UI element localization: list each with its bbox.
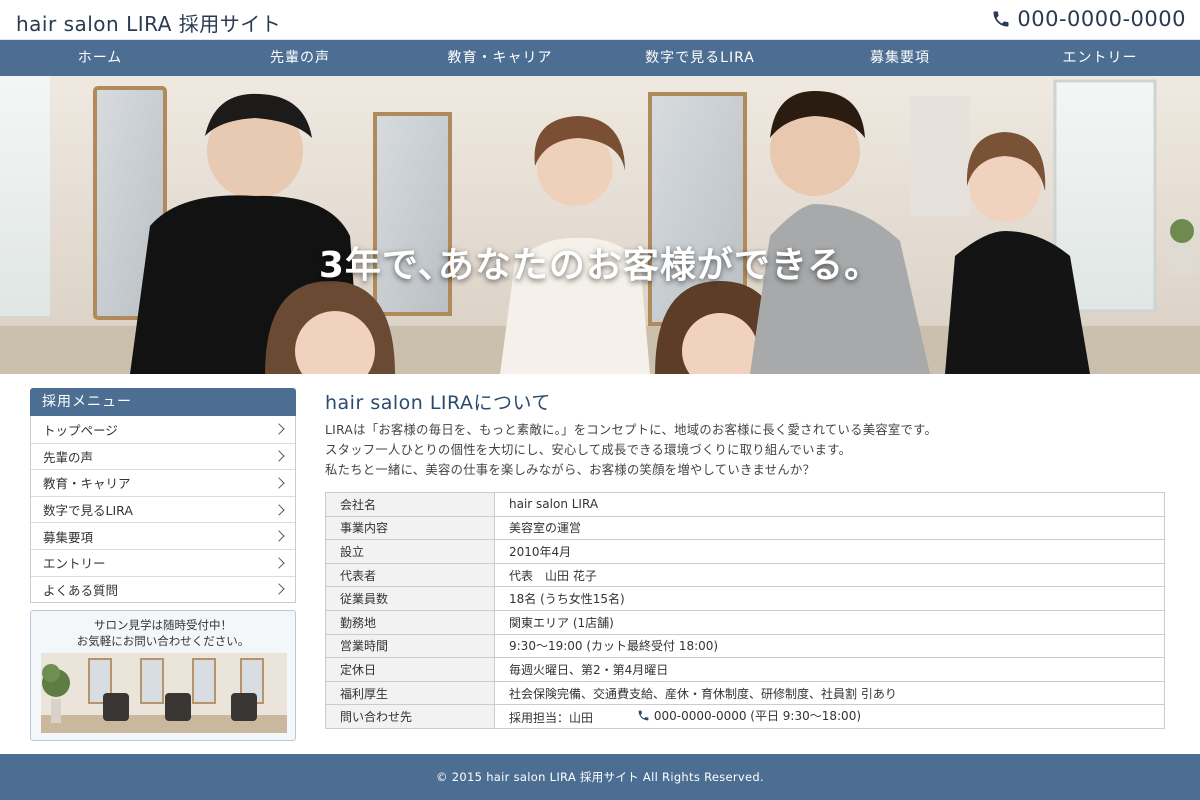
table-value: 代表 山田 花子 (494, 562, 1165, 588)
table-key: 問い合わせ先 (325, 704, 495, 729)
table-row: 営業時間 9:30〜19:00 (カット最終受付 18:00) (325, 633, 1165, 659)
chevron-right-icon (273, 450, 285, 463)
header-phone-number: 000-0000-0000 (1017, 7, 1186, 31)
table-key: 勤務地 (325, 609, 495, 635)
table-value: 9:30〜19:00 (カット最終受付 18:00) (494, 633, 1165, 659)
nav-item-recruitment[interactable]: 募集要項 (800, 40, 1000, 76)
sidebar-menu-title: 採用メニュー (30, 388, 296, 416)
table-row: 勤務地 関東エリア (1店舗) (325, 609, 1165, 635)
nav-item-education[interactable]: 教育・キャリア (400, 40, 600, 76)
table-value: 18名 (うち女性15名) (494, 586, 1165, 611)
contact-value: 採用担当：山田 000-0000-0000 (平日 9:30〜18:00) (494, 704, 1165, 729)
sidebar-menu-list: トップページ 先輩の声 教育・キャリア 数字で見るLIRA 募集要項 エントリー… (30, 416, 296, 604)
sidebar-item-faq[interactable]: よくある質問 (31, 575, 295, 603)
sidebar-item-numbers[interactable]: 数字で見るLIRA (31, 495, 295, 523)
visit-line-2: お気軽にお問い合わせください。 (76, 634, 250, 648)
chevron-right-icon (273, 423, 285, 435)
sidebar-menu: 採用メニュー トップページ 先輩の声 教育・キャリア 数字で見るLIRA 募集要… (30, 388, 296, 604)
table-row: 事業内容 美容室の運営 (325, 515, 1165, 541)
sidebar-item-label: エントリー (43, 556, 106, 572)
table-row: 従業員数 18名 (うち女性15名) (325, 586, 1165, 611)
table-key: 設立 (325, 539, 495, 564)
visit-line-1: サロン見学は随時受付中！ (94, 618, 232, 632)
table-value: hair salon LIRA (494, 492, 1165, 517)
site-footer: © 2015 hair salon LIRA 採用サイト All Rights … (0, 754, 1200, 800)
sidebar-item-entry[interactable]: エントリー (31, 548, 295, 576)
table-value: 美容室の運営 (494, 515, 1165, 541)
table-value: 関東エリア (1店舗) (494, 609, 1165, 635)
nav-item-numbers[interactable]: 数字で見るLIRA (600, 40, 800, 76)
table-key: 従業員数 (325, 586, 495, 611)
footer-copyright: © 2015 hair salon LIRA 採用サイト All Rights … (436, 770, 764, 784)
sidebar-item-top[interactable]: トップページ (31, 416, 295, 443)
about-section: hair salon LIRAについて LIRAは「お客様の毎日を、もっと素敵に… (325, 388, 1165, 480)
table-value: 2010年4月 (494, 539, 1165, 564)
contact-person: 採用担当：山田 (509, 711, 594, 726)
sidebar-item-recruitment[interactable]: 募集要項 (31, 522, 295, 549)
intro-line-1: LIRAは「お客様の毎日を、もっと素敵に。」をコンセプトに、地域のお客様に長く愛… (325, 423, 938, 437)
sidebar-item-label: 先輩の声 (43, 449, 94, 465)
table-key: 定休日 (325, 657, 495, 682)
main-nav: ホーム 先輩の声 教育・キャリア 数字で見るLIRA 募集要項 エントリー (0, 40, 1200, 76)
intro-line-2: スタッフ一人ひとりの個性を大切にし、安心して成長できる環境づくりに取り組んでいま… (325, 443, 852, 457)
about-title: hair salon LIRAについて (325, 392, 551, 414)
contact-phone[interactable]: 000-0000-0000 (平日 9:30〜18:00) (637, 707, 861, 724)
about-intro: LIRAは「お客様の毎日を、もっと素敵に。」をコンセプトに、地域のお客様に長く愛… (325, 420, 1165, 480)
contact-phone-number: 000-0000-0000 (平日 9:30〜18:00) (653, 709, 862, 724)
company-info-table: 会社名 hair salon LIRA 事業内容 美容室の運営 設立 2010年4月 … (325, 492, 1165, 729)
chevron-right-icon (273, 557, 285, 569)
table-row: 問い合わせ先 採用担当：山田 000-0000-0000 (平日 9:30〜18… (325, 704, 1165, 729)
header-phone[interactable]: 000-0000-0000 (991, 7, 1186, 31)
hero-caption: 3年で､あなたのお客様ができる。 (318, 245, 882, 286)
sidebar-item-label: よくある質問 (43, 582, 119, 598)
table-key: 営業時間 (325, 633, 495, 659)
sidebar-item-education[interactable]: 教育・キャリア (31, 469, 295, 496)
sidebar-item-label: トップページ (43, 422, 118, 438)
hero-banner: 3年で､あなたのお客様ができる。 (0, 76, 1200, 374)
table-key: 代表者 (325, 562, 495, 588)
nav-item-home[interactable]: ホーム (0, 40, 200, 76)
sidebar-item-voices[interactable]: 先輩の声 (31, 442, 295, 470)
chevron-right-icon (273, 503, 285, 516)
sidebar-item-label: 数字で見るLIRA (43, 503, 133, 519)
site-header: hair salon LIRA 採用サイト 000-0000-0000 (0, 0, 1200, 40)
table-row: 福利厚生 社会保険完備、交通費支給、産休・育休制度、研修制度、社員割 引あり (325, 680, 1165, 706)
site-title[interactable]: hair salon LIRA 採用サイト (16, 8, 281, 37)
table-key: 福利厚生 (325, 680, 495, 706)
salon-interior-photo (41, 653, 287, 733)
intro-line-3: 私たちと一緒に、美容の仕事を楽しみながら、お客様の笑顔を増やしていきませんか？ (325, 463, 816, 477)
table-value: 毎週火曜日、第2・第4月曜日 (494, 657, 1165, 682)
salon-visit-banner[interactable]: サロン見学は随時受付中！ お気軽にお問い合わせください。 (30, 610, 296, 741)
nav-item-voices[interactable]: 先輩の声 (200, 40, 400, 76)
sidebar-item-label: 募集要項 (43, 529, 94, 545)
table-row: 会社名 hair salon LIRA (325, 492, 1165, 517)
table-row: 代表者 代表 山田 花子 (325, 562, 1165, 588)
table-row: 設立 2010年4月 (325, 539, 1165, 564)
chevron-right-icon (273, 530, 285, 542)
phone-icon (993, 11, 1009, 27)
sidebar-item-label: 教育・キャリア (43, 476, 131, 492)
nav-item-entry[interactable]: エントリー (1000, 40, 1200, 76)
table-value: 社会保険完備、交通費支給、産休・育休制度、研修制度、社員割 引あり (494, 680, 1165, 706)
table-key: 会社名 (325, 492, 495, 517)
table-row: 定休日 毎週火曜日、第2・第4月曜日 (325, 657, 1165, 682)
phone-icon (638, 710, 649, 721)
chevron-right-icon (273, 583, 285, 596)
chevron-right-icon (273, 477, 285, 489)
table-key: 事業内容 (325, 515, 495, 541)
